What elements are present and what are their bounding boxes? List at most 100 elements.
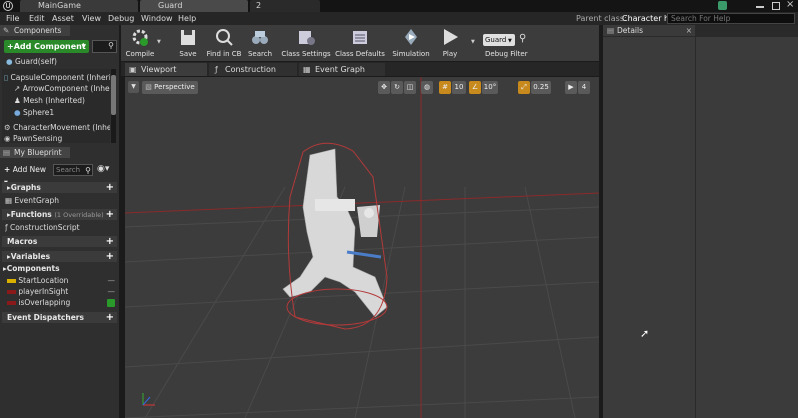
tab-2-label: 2 — [256, 1, 262, 10]
find-in-cb-button[interactable]: Find in CB — [205, 25, 243, 61]
section-macros-label: Macros — [7, 237, 38, 246]
menu-help[interactable]: Help — [178, 12, 196, 25]
rotation-snap-value[interactable]: 10° — [482, 81, 498, 94]
tree-item-sphere[interactable]: ● Sphere1 — [14, 108, 110, 118]
eye-closed-icon[interactable]: — — [108, 276, 116, 286]
add-variable-icon[interactable]: + — [106, 251, 114, 262]
eye-open-icon[interactable] — [107, 299, 115, 307]
rotation-snap-icon[interactable]: ∠ — [469, 81, 481, 94]
components-scrollbar[interactable] — [111, 69, 116, 143]
variable-playerinsight[interactable]: playerInSight — — [7, 287, 117, 297]
compile-options-icon[interactable]: ▼ — [157, 39, 161, 45]
add-graph-icon[interactable]: + — [106, 182, 114, 193]
minimize-icon[interactable] — [756, 6, 764, 8]
list-item-eventgraph[interactable]: ▦ EventGraph — [5, 196, 115, 206]
viewport-scene[interactable] — [125, 77, 599, 418]
add-macro-icon[interactable]: + — [106, 236, 114, 247]
tree-item-capsule[interactable]: ▯ CapsuleComponent (Inherite — [4, 73, 110, 83]
menu-debug[interactable]: Debug — [108, 12, 134, 25]
tab-guard[interactable]: Guard — [140, 0, 248, 12]
notification-icon[interactable] — [718, 1, 727, 10]
tree-item-pawnsensing[interactable]: ◉ PawnSensing — [4, 134, 110, 143]
class-settings-button[interactable]: Class Settings — [279, 25, 333, 61]
camera-speed-value[interactable]: 4 — [578, 81, 590, 94]
menu-file[interactable]: File — [6, 12, 19, 25]
save-label: Save — [179, 50, 197, 58]
save-button[interactable]: Save — [173, 25, 203, 61]
simulation-icon — [405, 29, 417, 45]
close-icon[interactable]: × — [786, 0, 794, 10]
menu-asset[interactable]: Asset — [52, 12, 74, 25]
title-bar: U MainGame Guard 2 × — [0, 0, 798, 12]
add-function-icon[interactable]: + — [106, 209, 114, 220]
compile-button[interactable]: Compile — [123, 25, 157, 61]
tab-maingame[interactable]: MainGame — [20, 0, 138, 12]
viewport-options-button[interactable]: ▼ — [128, 81, 139, 93]
search-button[interactable]: Search — [245, 25, 275, 61]
list-item-constructionscript[interactable]: ƒ ConstructionScript — [5, 223, 115, 233]
tree-item-pawnsensing-label: PawnSensing — [12, 134, 63, 143]
list-item-eventgraph-label: EventGraph — [14, 196, 59, 205]
play-icon — [444, 29, 458, 45]
viewport[interactable]: ▼ ▧ Perspective ✥ ↻ ◫ ◍ # 10 ∠ 10° ⤢ 0.2… — [125, 77, 599, 418]
variable-startlocation-label: StartLocation — [18, 276, 69, 285]
world-local-icon[interactable]: ◍ — [421, 81, 433, 94]
tree-item-movement[interactable]: ⚙ CharacterMovement (Inherit — [4, 123, 110, 133]
tab-construction-script[interactable]: ƒConstruction Script — [209, 63, 297, 87]
close-icon[interactable]: × — [686, 25, 692, 36]
tree-item-self[interactable]: ● Guard(self) — [6, 57, 111, 67]
transform-translate-icon[interactable]: ✥ — [378, 81, 390, 94]
components-header[interactable]: ✎ Components — [0, 25, 70, 36]
section-graphs[interactable]: ▸Graphs + — [2, 182, 117, 193]
help-search-input[interactable]: Search For Help — [667, 13, 795, 24]
tree-item-mesh[interactable]: ♟ Mesh (Inherited) — [14, 96, 110, 106]
debug-object-select[interactable]: Guard ▼ — [483, 34, 515, 46]
category-components[interactable]: ▸Components — [3, 264, 113, 274]
tree-item-arrow-label: ArrowComponent (Inherite — [22, 84, 110, 93]
class-defaults-label: Class Defaults — [335, 50, 385, 58]
tree-item-capsule-label: CapsuleComponent (Inherite — [10, 73, 110, 82]
axis-gizmo — [142, 393, 155, 406]
scale-snap-value[interactable]: 0.25 — [531, 81, 551, 94]
eye-closed-icon[interactable]: — — [108, 287, 116, 297]
components-search[interactable]: ⚲ — [92, 40, 117, 53]
view-options-icon[interactable]: ◉▾ — [97, 164, 109, 174]
transform-rotate-icon[interactable]: ↻ — [391, 81, 403, 94]
grid-snap-value[interactable]: 10 — [452, 81, 466, 94]
scale-snap-icon[interactable]: ⤢ — [518, 81, 530, 94]
menu-window[interactable]: Window — [141, 12, 173, 25]
my-blueprint-header[interactable]: ▤ My Blueprint — [0, 147, 70, 158]
grid-snap-icon[interactable]: # — [439, 81, 451, 94]
debug-search-icon[interactable]: ⚲ — [519, 33, 526, 44]
variable-isoverlapping[interactable]: isOverlapping — [7, 298, 117, 308]
menu-edit[interactable]: Edit — [29, 12, 45, 25]
simulation-button[interactable]: Simulation — [391, 25, 431, 61]
add-component-button[interactable]: +Add Component ▼ — [4, 40, 89, 53]
details-header[interactable]: ▤ Details × — [603, 25, 695, 36]
class-defaults-button[interactable]: Class Defaults — [335, 25, 385, 61]
section-event-dispatchers[interactable]: Event Dispatchers + — [2, 312, 117, 323]
section-functions[interactable]: ▸Functions (1 Overridable) + — [2, 209, 117, 220]
window-icons[interactable]: × — [716, 0, 796, 11]
section-variables[interactable]: ▸Variables + — [2, 251, 117, 262]
add-dispatcher-icon[interactable]: + — [106, 312, 114, 323]
tab-event-graph[interactable]: ▦ Event Graph — [299, 63, 385, 76]
tree-item-self-label: Guard(self) — [14, 57, 57, 66]
section-macros[interactable]: Macros + — [2, 236, 117, 247]
transform-scale-icon[interactable]: ◫ — [404, 81, 416, 94]
camera-speed-icon[interactable]: ▶ — [565, 81, 577, 94]
variable-startlocation[interactable]: StartLocation — — [7, 276, 117, 286]
tab-viewport[interactable]: ▣ Viewport — [125, 63, 207, 76]
play-options-icon[interactable]: ▼ — [471, 39, 475, 45]
maximize-icon[interactable] — [772, 2, 780, 10]
blueprint-search-input[interactable]: Search ⚲ — [53, 164, 93, 176]
list-item-constructionscript-label: ConstructionScript — [10, 223, 80, 232]
tree-item-arrow[interactable]: ↗ ArrowComponent (Inherite — [14, 84, 110, 94]
tab-2[interactable]: 2 — [250, 0, 320, 12]
perspective-button[interactable]: ▧ Perspective — [142, 81, 198, 94]
details-icon: ▤ — [607, 26, 615, 35]
menu-view[interactable]: View — [82, 12, 101, 25]
add-new-button[interactable]: + Add New ▼ — [4, 164, 50, 186]
parent-class-value[interactable]: Character h — [622, 12, 669, 25]
play-button[interactable]: Play — [435, 25, 465, 61]
